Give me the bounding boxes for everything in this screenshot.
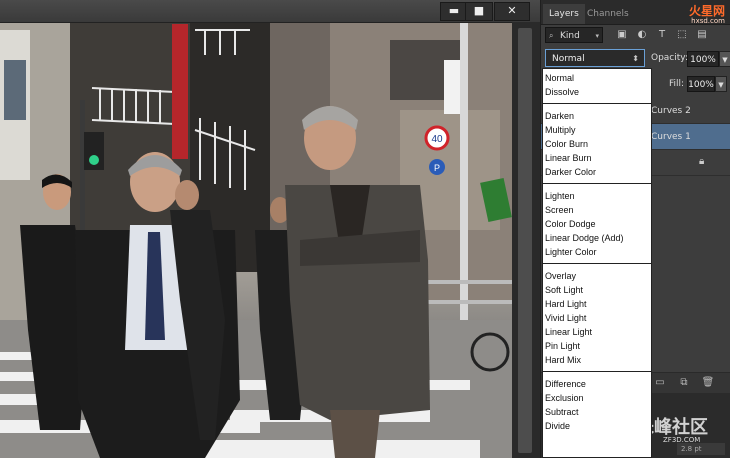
blend-mode-option[interactable]: Screen [545,203,574,217]
search-icon: ⌕ [549,31,554,40]
updown-caret-icon: ⬍ [632,54,639,63]
adjustment-filter-icon[interactable]: ◐ [635,28,649,42]
logo-text: 火星网 [688,4,725,18]
blend-mode-option[interactable]: Linear Dodge (Add) [545,231,624,245]
photo-canvas[interactable]: 40 P [0,0,512,458]
fill-field[interactable]: 100% [687,76,715,92]
opacity-label: Opacity: [651,53,688,63]
layer-filter-row: ⌕ Kind ▾ ▣ ◐ T ⬚ ▤ [545,25,727,45]
kind-filter-select[interactable]: ⌕ Kind ▾ [545,27,603,43]
parking-sign: P [434,163,440,173]
blend-mode-option[interactable]: Pin Light [545,339,580,353]
fill-dropdown-button[interactable]: ▼ [715,76,727,92]
trash-icon[interactable]: 🗑︎ [701,376,715,390]
blend-mode-option[interactable]: Exclusion [545,391,584,405]
shape-filter-icon[interactable]: ⬚ [675,28,689,42]
blend-mode-option[interactable]: Dissolve [545,85,579,99]
type-filter-icon[interactable]: T [655,28,669,42]
scrollbar-thumb[interactable] [518,28,532,453]
chevron-down-icon: ▾ [595,32,599,40]
size-field[interactable]: 2.8 pt [677,443,725,455]
kind-select-label: Kind [560,31,580,41]
blend-mode-option[interactable]: Lighten [545,189,575,203]
menu-separator [543,263,651,264]
logo-subtext: hxsd.com [691,17,725,25]
blend-mode-option[interactable]: Normal [545,71,574,85]
blend-mode-option[interactable]: Subtract [545,405,579,419]
new-group-icon[interactable]: ▭ [653,376,667,390]
blend-mode-option[interactable]: Soft Light [545,283,583,297]
chevron-down-icon: ▼ [718,81,724,89]
tab-layers[interactable]: Layers [543,4,585,24]
panel-tabs: Layers Channels 火星网 hxsd.com [541,0,730,25]
chevron-down-icon: ▼ [722,56,728,64]
blend-mode-option[interactable]: Linear Light [545,325,592,339]
minimize-icon: ▬ [448,4,460,17]
blend-mode-option[interactable]: Darken [545,109,574,123]
menu-separator [543,103,651,104]
blend-mode-option[interactable]: Darker Color [545,165,596,179]
blend-mode-option[interactable]: Color Burn [545,137,588,151]
speed-limit-sign: 40 [431,134,443,145]
layer-name: Curves 2 [651,106,691,116]
image-filter-icon[interactable]: ▣ [615,28,629,42]
blend-mode-option[interactable]: Hard Mix [545,353,581,367]
blend-options-row: Normal ⬍ Opacity: 100% ▼ [545,49,730,69]
new-layer-icon[interactable]: ⧉ [677,376,691,390]
close-icon: ✕ [507,4,517,17]
blend-mode-option[interactable]: Lighter Color [545,245,597,259]
blend-mode-option[interactable]: Color Dodge [545,217,596,231]
opacity-field[interactable]: 100% [687,51,719,67]
blend-mode-option[interactable]: Difference [545,377,586,391]
blend-mode-option[interactable]: Hard Light [545,297,587,311]
smart-object-filter-icon[interactable]: ▤ [695,28,709,42]
tab-channels[interactable]: Channels [581,4,635,24]
layer-name: Curves 1 [651,132,691,142]
window-titlebar: ▬ ■ ✕ [0,0,540,23]
menu-separator [543,183,651,184]
street-photo: 40 P [0,22,512,458]
blend-mode-menu: Normal Dissolve Darken Multiply Color Burn Li… [542,68,652,458]
maximize-icon: ■ [473,4,485,17]
blend-mode-option[interactable]: Multiply [545,123,576,137]
blend-mode-option[interactable]: Divide [545,419,570,433]
opacity-dropdown-button[interactable]: ▼ [719,51,730,67]
blend-mode-option[interactable]: Linear Burn [545,151,592,165]
lock-icon[interactable]: 🔒︎ [699,156,704,167]
menu-separator [543,371,651,372]
maximize-button[interactable]: ■ [465,2,493,21]
fill-label: Fill: [669,79,685,89]
blend-mode-select[interactable]: Normal ⬍ [545,49,645,67]
blend-mode-option[interactable]: Vivid Light [545,311,586,325]
canvas-scrollbar[interactable] [512,22,540,458]
blend-mode-value: Normal [552,54,585,64]
site-logo: 火星网 hxsd.com [631,2,725,25]
minimize-button[interactable]: ▬ [440,2,468,21]
close-button[interactable]: ✕ [494,2,530,21]
blend-mode-option[interactable]: Overlay [545,269,576,283]
